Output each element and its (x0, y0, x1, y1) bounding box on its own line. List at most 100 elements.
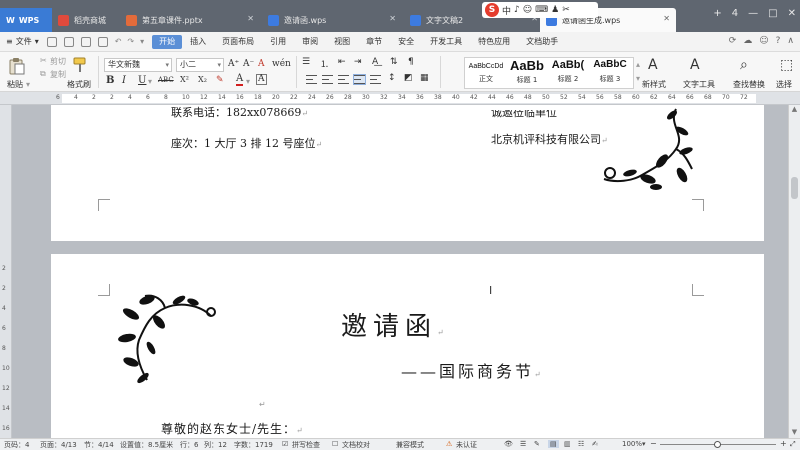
close-tab-icon[interactable]: ✕ (247, 14, 254, 23)
menu-page-layout[interactable]: 页面布局 (214, 32, 262, 52)
edit-mode-icon[interactable]: ✎ (534, 440, 540, 448)
page-3[interactable]: 联系电话：182xx078669↵ 座次：1 大厅 3 排 12 号座位↵ 诚邀… (51, 105, 764, 241)
numbered-list-icon[interactable]: ⒈ (320, 57, 329, 70)
ime-tools-icon[interactable]: ✂ (562, 5, 570, 15)
tab-pptx[interactable]: 第五章课件.pptx ✕ (120, 8, 260, 32)
menu-references[interactable]: 引用 (262, 32, 294, 52)
zoom-level[interactable]: 100% (622, 440, 642, 448)
text-tools-icon[interactable]: A (690, 57, 700, 73)
style-heading-2[interactable]: AaBb( 标题 2 (548, 58, 588, 84)
web-view-icon[interactable]: ▥ (564, 440, 571, 448)
zoom-dropdown-icon[interactable]: ▾ (642, 440, 646, 448)
save-icon[interactable] (46, 36, 57, 47)
close-tab-icon[interactable]: ✕ (389, 14, 396, 23)
maximize-icon[interactable]: □ (768, 8, 777, 19)
font-color-dropdown-icon[interactable]: ▾ (246, 77, 250, 86)
grow-font-button[interactable]: A⁺ (228, 59, 239, 69)
new-style-icon[interactable]: A (648, 57, 658, 73)
underline-button[interactable]: U (138, 75, 146, 86)
redo-icon[interactable]: ↷ (127, 37, 134, 46)
status-spellcheck[interactable]: 拼写检查 (292, 440, 320, 450)
new-style-button[interactable]: 新样式 (642, 79, 666, 90)
subscript-button[interactable]: X₂ (198, 75, 207, 84)
find-replace-button[interactable]: 查找替换 (733, 79, 765, 90)
font-name-select[interactable]: 华文新魏 (104, 58, 172, 72)
char-border-icon[interactable]: A (256, 74, 267, 85)
justify-icon[interactable] (353, 74, 366, 85)
status-position[interactable]: 设置值：8.5厘米 (120, 440, 173, 450)
fullscreen-icon[interactable]: ⤢ (790, 440, 796, 449)
user-icon[interactable]: ☺ (759, 36, 768, 46)
menu-security[interactable]: 安全 (390, 32, 422, 52)
export-pdf-icon[interactable] (97, 36, 108, 47)
new-tab-button[interactable]: + (713, 8, 721, 19)
quick-access-more-icon[interactable]: ▾ (140, 37, 144, 46)
document-area[interactable]: 联系电话：182xx078669↵ 座次：1 大厅 3 排 12 号座位↵ 诚邀… (12, 105, 788, 438)
shrink-font-button[interactable]: A⁻ (243, 59, 254, 69)
file-menu[interactable]: ≡ 文件 ▾ (0, 36, 47, 47)
line-spacing-icon[interactable]: ↕ (388, 73, 396, 83)
menu-special[interactable]: 特色应用 (470, 32, 518, 52)
style-heading-3[interactable]: AaBbC 标题 3 (589, 58, 631, 84)
bold-button[interactable]: B (106, 75, 114, 86)
paste-icon[interactable] (8, 57, 26, 75)
menu-review[interactable]: 审阅 (294, 32, 326, 52)
status-row[interactable]: 行：6 (180, 440, 198, 450)
collapse-ribbon-icon[interactable]: ∧ (787, 36, 794, 46)
zoom-slider-knob[interactable] (714, 441, 721, 448)
zoom-slider[interactable] (660, 441, 776, 448)
wps-home-tab[interactable]: W WPS (0, 8, 52, 32)
borders-icon[interactable]: ▦ (420, 73, 429, 83)
zoom-in-icon[interactable]: + (780, 439, 787, 448)
vertical-scrollbar[interactable]: ▲ ▼ (788, 105, 800, 438)
paste-label[interactable]: 粘贴 (7, 79, 23, 90)
menu-chapter[interactable]: 章节 (358, 32, 390, 52)
scroll-up-icon[interactable]: ▲ (789, 105, 800, 115)
menu-insert[interactable]: 插入 (182, 32, 214, 52)
vertical-ruler[interactable]: 2 2 4 6 8 10 12 14 16 (0, 105, 12, 438)
styles-scroll-down-icon[interactable]: ▾ (636, 74, 640, 83)
zoom-out-icon[interactable]: − (650, 439, 657, 448)
font-size-select[interactable]: 小二 (176, 58, 224, 72)
clear-format-button[interactable]: A (258, 59, 265, 69)
paste-dropdown-icon[interactable]: ▾ (26, 80, 30, 89)
ime-toolbar[interactable]: S 中 ♪ ☺ ⌨ ♟ ✂ (482, 2, 598, 18)
write-view-icon[interactable]: ✍ (592, 440, 598, 448)
format-painter-label[interactable]: 格式刷 (67, 79, 91, 90)
ime-emoji-icon[interactable]: ☺ (523, 5, 532, 15)
page-4[interactable]: 邀请函↵ ——国际商务节↵ ↵ 尊敬的赵东女士/先生：↵ I (51, 254, 764, 438)
print-icon[interactable] (80, 36, 91, 47)
close-window-icon[interactable]: ✕ (788, 8, 796, 19)
close-tab-icon[interactable]: ✕ (663, 14, 670, 23)
phonetic-guide-icon[interactable]: wén (272, 59, 291, 69)
help-icon[interactable]: ? (776, 36, 781, 46)
sort-icon[interactable]: ⇅ (390, 57, 398, 67)
font-color-button[interactable]: A (236, 74, 244, 86)
menu-developer[interactable]: 开发工具 (422, 32, 470, 52)
outline-view-icon[interactable]: ☷ (578, 440, 584, 448)
horizontal-ruler[interactable]: 6 4 2 2 4 6 8 10 12 14 16 18 20 22 24 26 28 30 32 34 36 38 40 4… (0, 92, 800, 105)
minimize-icon[interactable]: — (748, 8, 758, 19)
highlight-icon[interactable]: ✎ (216, 75, 224, 85)
underline-dropdown-icon[interactable]: ▾ (148, 77, 152, 86)
select-button[interactable]: 选择 (776, 79, 792, 90)
scrollbar-thumb[interactable] (791, 177, 798, 199)
italic-button[interactable]: I (122, 75, 126, 86)
decrease-indent-icon[interactable]: ⇤ (338, 57, 346, 67)
shading-icon[interactable]: ◩ (404, 73, 413, 83)
format-painter-icon[interactable] (73, 57, 87, 73)
bullet-list-icon[interactable]: ☰ (302, 57, 310, 67)
find-replace-icon[interactable]: ⌕ (740, 57, 748, 73)
status-page[interactable]: 页码：4 (4, 440, 29, 450)
status-col[interactable]: 列：12 (204, 440, 227, 450)
undo-icon[interactable]: ↶ (115, 37, 122, 46)
eye-icon[interactable]: 👁 (504, 440, 513, 448)
select-icon[interactable]: ⬚ (780, 57, 793, 73)
scroll-down-icon[interactable]: ▼ (789, 428, 800, 438)
status-section[interactable]: 节：4/14 (84, 440, 114, 450)
distributed-icon[interactable] (370, 75, 381, 84)
style-normal[interactable]: AaBbCcDd 正文 (466, 58, 506, 84)
status-auth[interactable]: 未认证 (456, 440, 477, 450)
text-tools-button[interactable]: 文字工具 (683, 79, 715, 90)
increase-indent-icon[interactable]: ⇥ (354, 57, 362, 67)
